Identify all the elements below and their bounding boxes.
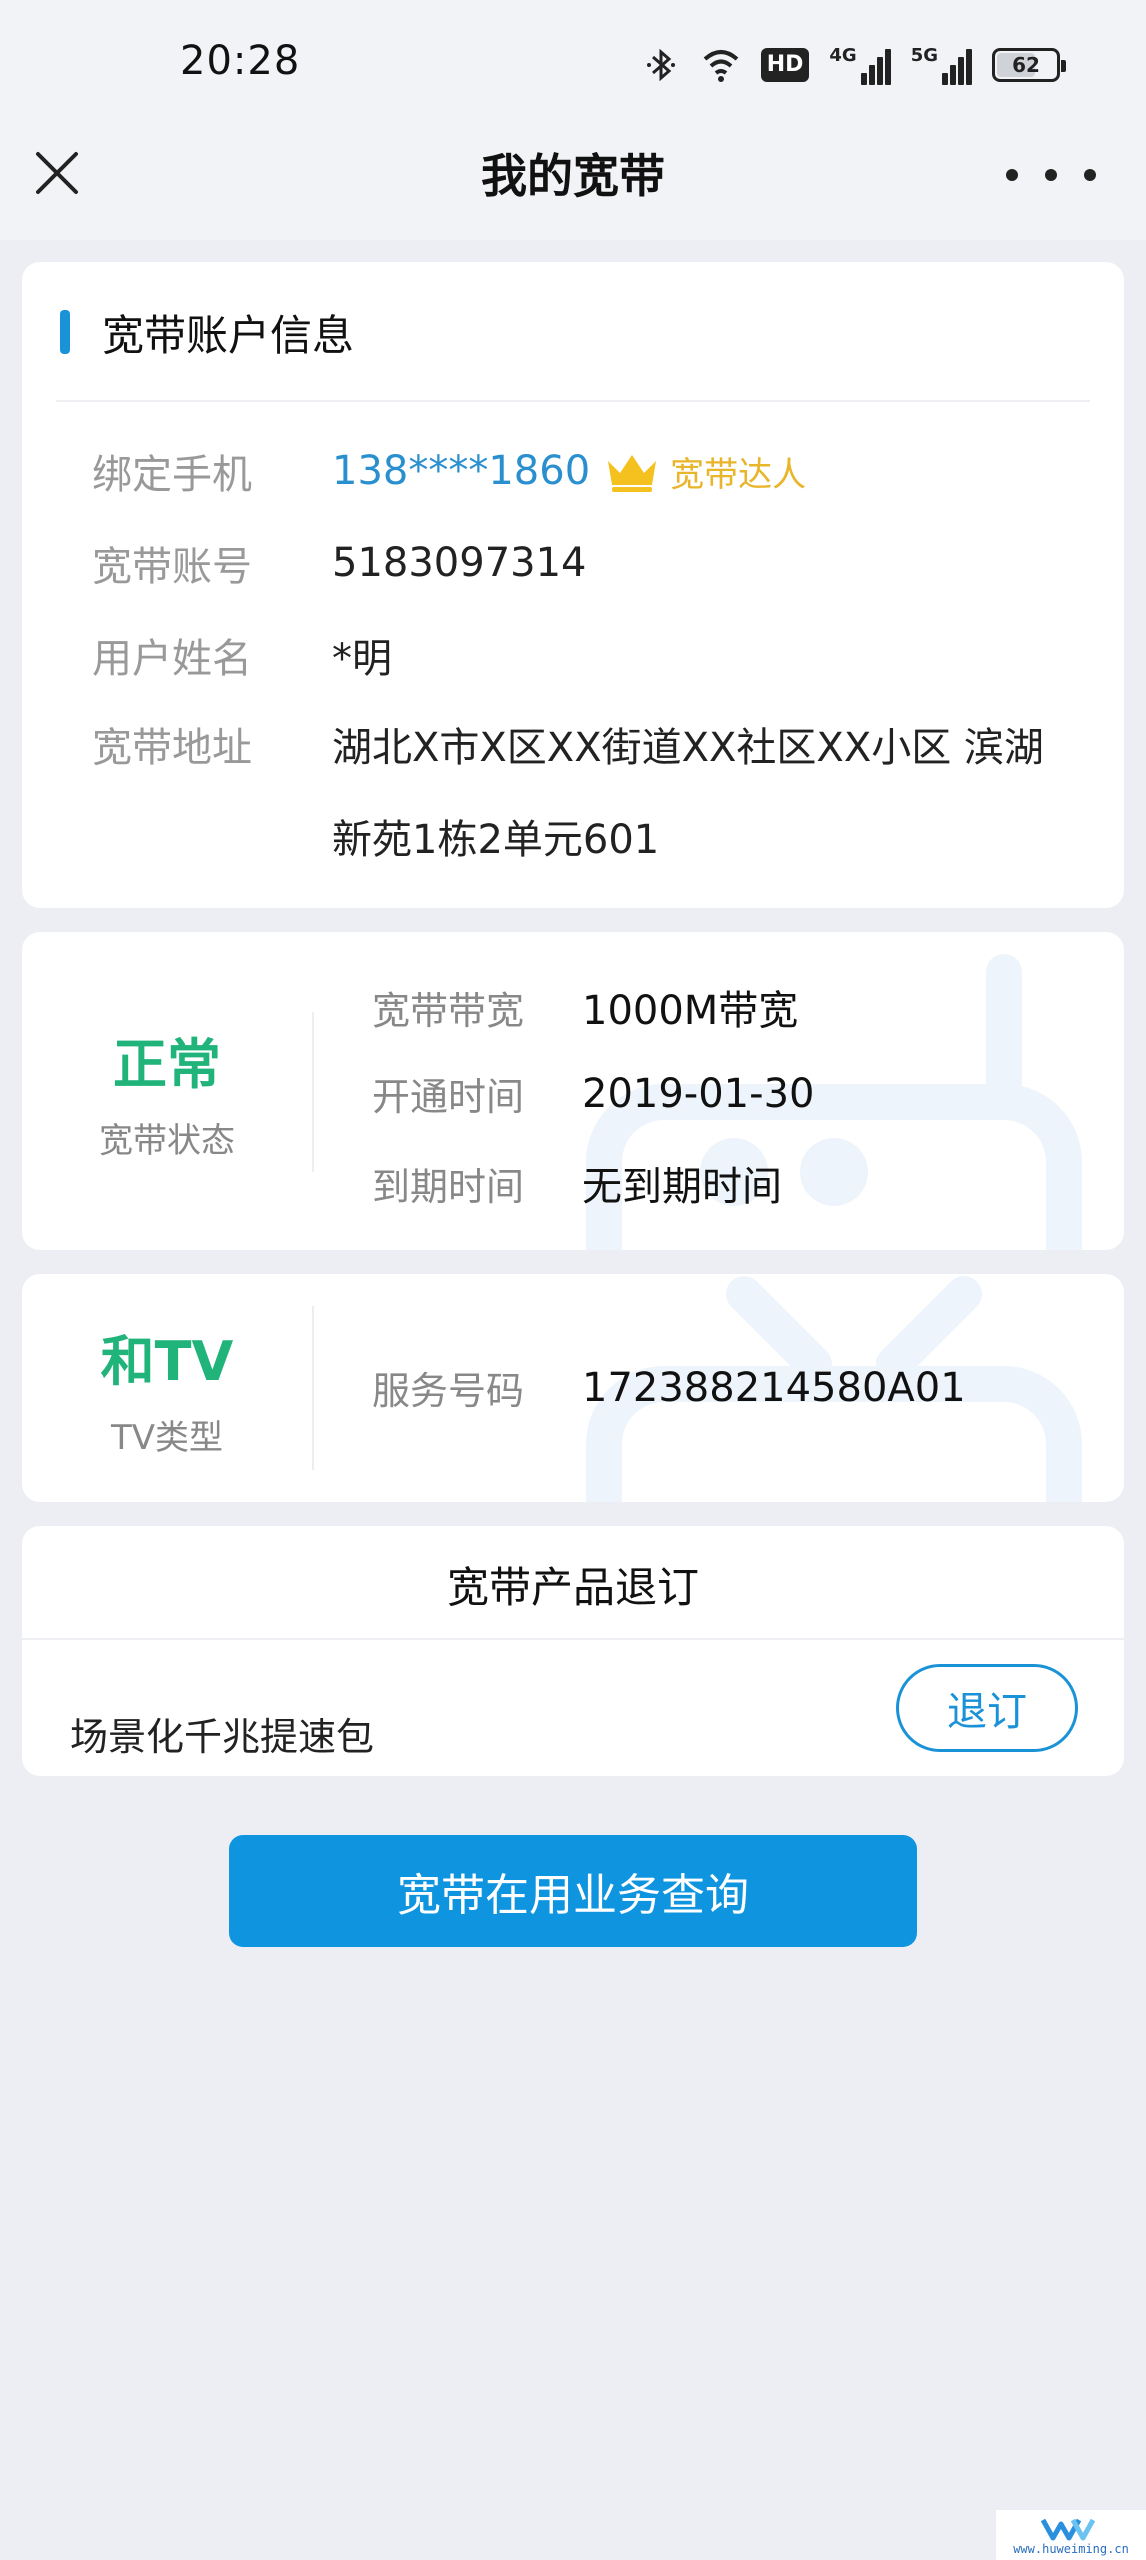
phone-row: 绑定手机 138****1860 宽带达人 [92,442,806,500]
nav-header: 我的宽带 [0,130,1146,240]
address-row: 宽带地址 湖北X市X区XX街道XX社区XX小区 滨湖新苑1栋2单元601 [92,702,1052,886]
name-row: 用户姓名 *明 [92,626,392,684]
tv-card: 和TV TV类型 服务号码 172388214580A01 [22,1274,1124,1502]
bluetooth-icon [646,48,675,82]
status-label: 宽带状态 [99,1121,235,1161]
expire-row: 到期时间 无到期时间 [372,1154,782,1212]
tv-type-label: TV类型 [110,1418,224,1458]
name-value: *明 [332,636,392,682]
phone-value: 138****1860 [332,448,591,494]
unsubscribe-title: 宽带产品退订 [446,1563,699,1612]
phone-label: 绑定手机 [92,452,252,498]
status-bar: 20:28 HD 4G 5G 62 [0,0,1146,130]
expire-label: 到期时间 [372,1164,525,1209]
service-number-row: 服务号码 172388214580A01 [372,1360,966,1415]
vip-badge-label: 宽带达人 [670,454,807,495]
watermark-logo-icon [1040,2518,1096,2541]
name-label: 用户姓名 [92,636,252,682]
section-title: 宽带账户信息 [102,310,355,360]
battery-level: 62 [1012,53,1040,77]
open-time-value: 2019-01-30 [582,1070,815,1117]
account-info-card: 宽带账户信息 绑定手机 138****1860 宽带达人 宽带账号 518309… [22,262,1124,908]
accent-bar [60,310,70,354]
wifi-icon [703,50,739,82]
section-header: 宽带账户信息 [60,302,354,362]
account-row: 宽带账号 5183097314 [92,534,587,592]
status-summary: 正常 宽带状态 [22,932,312,1250]
hd-badge: HD [760,48,810,82]
expire-value: 无到期时间 [582,1164,782,1210]
tv-summary: 和TV TV类型 [22,1274,312,1502]
signal-5g-icon: 5G [911,45,972,85]
address-label: 宽带地址 [92,725,252,771]
account-label: 宽带账号 [92,544,252,590]
battery-icon: 62 [992,48,1066,82]
tv-type-value: 和TV [100,1330,234,1393]
more-icon[interactable] [1006,160,1096,190]
vertical-divider [312,1306,314,1470]
broadband-status-card: 正常 宽带状态 宽带带宽 1000M带宽 开通时间 2019-01-30 到期时… [22,932,1124,1250]
status-icons: HD 4G 5G 62 [641,40,1066,90]
open-time-label: 开通时间 [372,1075,525,1119]
bandwidth-label: 宽带带宽 [372,988,525,1033]
address-value: 湖北X市X区XX街道XX社区XX小区 滨湖新苑1栋2单元601 [332,725,1044,863]
crown-icon [608,455,657,492]
divider [56,400,1090,402]
bandwidth-row: 宽带带宽 1000M带宽 [372,978,798,1036]
divider [22,1638,1124,1640]
query-services-button[interactable]: 宽带在用业务查询 [229,1835,917,1947]
watermark-text: www.huweiming.cn [1013,2542,1129,2556]
product-name: 场景化千兆提速包 [70,1715,375,1759]
status-time: 20:28 [180,38,301,84]
page-title: 我的宽带 [481,149,665,203]
bandwidth-value: 1000M带宽 [582,988,799,1034]
net2-label: 5G [910,45,938,66]
service-number-value: 172388214580A01 [582,1364,966,1411]
unsubscribe-button[interactable]: 退订 [896,1664,1078,1752]
vip-badge: 宽带达人 [604,447,806,496]
service-number-label: 服务号码 [372,1369,525,1413]
account-value: 5183097314 [332,540,587,586]
unsubscribe-card: 宽带产品退订 场景化千兆提速包 退订 [22,1526,1124,1776]
status-value: 正常 [113,1033,221,1096]
open-time-row: 开通时间 2019-01-30 [372,1066,814,1121]
signal-4g-icon: 4G [829,45,891,85]
net1-label: 4G [829,45,857,66]
watermark: www.huweiming.cn [996,2510,1146,2560]
vertical-divider [312,1012,314,1172]
